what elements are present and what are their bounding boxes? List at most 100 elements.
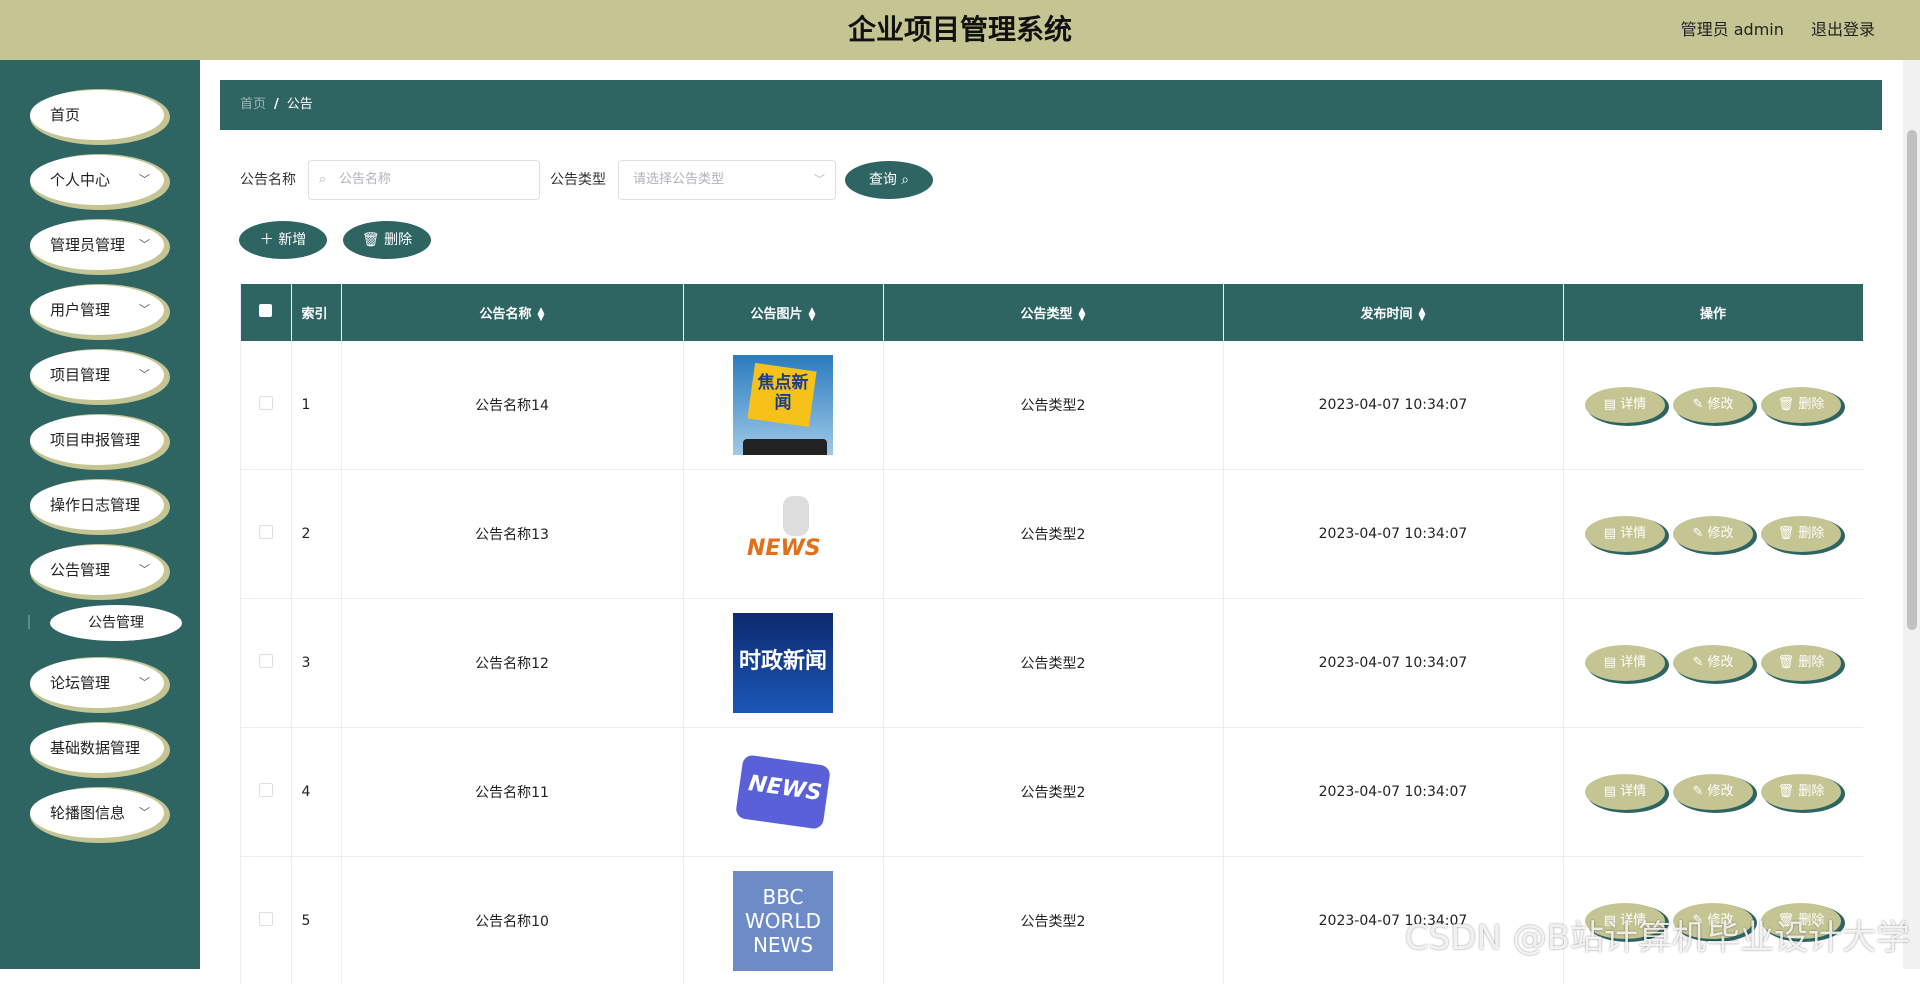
scrollbar-thumb[interactable] <box>1907 130 1917 630</box>
delete-button[interactable]: 🗑 删除 <box>1761 516 1841 552</box>
row-checkbox[interactable] <box>241 599 291 728</box>
row-actions: ▤ 详情 ✎ 修改 🗑 删除 <box>1563 470 1863 599</box>
row-time: 2023-04-07 10:34:07 <box>1223 341 1563 470</box>
sidebar-item-label: 论坛管理 <box>50 674 110 692</box>
sidebar: 首页 个人中心﹀ 管理员管理﹀ 用户管理﹀ 项目管理﹀ 项目申报管理 操作日志管… <box>0 60 200 969</box>
column-header-time[interactable]: 发布时间▲▼ <box>1223 284 1563 341</box>
delete-button[interactable]: 🗑 删除 <box>1761 645 1841 681</box>
main-content: 首页/公告 公告名称 ⌕ 公告名称 公告类型 请选择公告类型 ﹀ 查询 ⌕ ＋ … <box>200 60 1920 969</box>
sort-icon[interactable]: ▲▼ <box>538 308 545 322</box>
sidebar-item-label: 用户管理 <box>50 301 110 319</box>
sidebar-item-base-data[interactable]: 基础数据管理 <box>30 723 164 773</box>
detail-button[interactable]: ▤ 详情 <box>1585 645 1665 681</box>
announcement-thumbnail[interactable]: 时政新闻 <box>733 613 833 713</box>
sidebar-item-personal[interactable]: 个人中心﹀ <box>30 155 164 205</box>
query-label: 查询 <box>869 172 897 188</box>
row-image-cell: NEWS <box>683 728 883 857</box>
delete-label: 删除 <box>384 232 412 248</box>
edit-button[interactable]: ✎ 修改 <box>1673 516 1753 552</box>
name-search-input[interactable]: ⌕ 公告名称 <box>308 160 540 200</box>
row-checkbox[interactable] <box>241 728 291 857</box>
sort-icon[interactable]: ▲▼ <box>1079 308 1086 322</box>
submenu-item-announcement-manage[interactable]: 公告管理 <box>50 605 182 641</box>
logout-link[interactable]: 退出登录 <box>1811 20 1875 39</box>
chevron-down-icon: ﹀ <box>139 350 150 400</box>
sidebar-item-projects[interactable]: 项目管理 ﹀ <box>30 350 164 400</box>
row-image-cell: 时政新闻 <box>683 599 883 728</box>
row-type: 公告类型2 <box>883 857 1223 984</box>
row-checkbox[interactable] <box>241 470 291 599</box>
select-all-checkbox[interactable] <box>241 284 291 341</box>
trash-icon: 🗑 <box>362 232 380 248</box>
row-name: 公告名称13 <box>341 470 683 599</box>
sort-icon[interactable]: ▲▼ <box>1419 308 1426 322</box>
sidebar-item-forum[interactable]: 论坛管理 ﹀ <box>30 658 164 708</box>
column-header-image[interactable]: 公告图片▲▼ <box>683 284 883 341</box>
row-type: 公告类型2 <box>883 470 1223 599</box>
table-row: 2 公告名称13 NEWS 公告类型2 2023-04-07 10:34:07 … <box>241 470 1863 599</box>
search-icon: ⌕ <box>319 161 326 199</box>
search-icon: ⌕ <box>901 172 909 188</box>
sidebar-item-label: 公告管理 <box>50 561 110 579</box>
column-header-actions: 操作 <box>1563 284 1863 341</box>
sidebar-item-users[interactable]: 用户管理﹀ <box>30 285 164 335</box>
table-row: 3 公告名称12 时政新闻 公告类型2 2023-04-07 10:34:07 … <box>241 599 1863 728</box>
row-checkbox[interactable] <box>241 857 291 984</box>
delete-button[interactable]: 🗑 删除 <box>1761 387 1841 423</box>
pencil-icon: ✎ <box>1692 526 1703 541</box>
sidebar-item-label: 个人中心 <box>50 171 110 189</box>
column-header-type[interactable]: 公告类型▲▼ <box>883 284 1223 341</box>
row-image-cell: BBC WORLD NEWS <box>683 857 883 984</box>
breadcrumb: 首页/公告 <box>220 80 1882 130</box>
row-image-cell: NEWS <box>683 470 883 599</box>
sidebar-item-label: 轮播图信息 <box>50 804 125 822</box>
announcement-thumbnail[interactable]: 焦点新闻 <box>733 355 833 455</box>
query-button[interactable]: 查询 ⌕ <box>846 162 932 198</box>
announcement-thumbnail[interactable]: BBC WORLD NEWS <box>733 871 833 971</box>
row-index: 3 <box>291 599 341 728</box>
pencil-icon: ✎ <box>1692 784 1703 799</box>
sidebar-item-home[interactable]: 首页 <box>30 90 164 140</box>
row-checkbox[interactable] <box>241 341 291 470</box>
delete-button[interactable]: 🗑 删除 <box>1761 774 1841 810</box>
row-time: 2023-04-07 10:34:07 <box>1223 728 1563 857</box>
row-actions: ▤ 详情 ✎ 修改 🗑 删除 <box>1563 341 1863 470</box>
type-placeholder: 请选择公告类型 <box>633 161 724 199</box>
edit-button[interactable]: ✎ 修改 <box>1673 774 1753 810</box>
sidebar-item-label: 项目管理 <box>50 366 110 384</box>
announcement-table: 索引 公告名称▲▼ 公告图片▲▼ 公告类型▲▼ 发布时间▲▼ 操作 1 公告名称… <box>240 284 1863 984</box>
trash-icon: 🗑 <box>1778 397 1795 412</box>
row-time: 2023-04-07 10:34:07 <box>1223 470 1563 599</box>
page-scrollbar[interactable] <box>1903 60 1920 969</box>
breadcrumb-home[interactable]: 首页 <box>240 97 266 112</box>
add-button[interactable]: ＋ 新增 <box>240 222 326 258</box>
sidebar-item-admins[interactable]: 管理员管理 ﹀ <box>30 220 164 270</box>
header-user-area: 管理员 admin 退出登录 <box>1659 0 1875 60</box>
sidebar-item-carousel[interactable]: 轮播图信息﹀ <box>30 788 164 838</box>
sidebar-item-operation-logs[interactable]: 操作日志管理 <box>30 480 164 530</box>
chevron-down-icon: ﹀ <box>139 220 150 270</box>
sidebar-item-announcements[interactable]: 公告管理﹀ <box>30 545 164 595</box>
detail-button[interactable]: ▤ 详情 <box>1585 387 1665 423</box>
table-header-row: 索引 公告名称▲▼ 公告图片▲▼ 公告类型▲▼ 发布时间▲▼ 操作 <box>241 284 1863 341</box>
top-header: 企业项目管理系统 管理员 admin 退出登录 <box>0 0 1920 60</box>
edit-button[interactable]: ✎ 修改 <box>1673 387 1753 423</box>
trash-icon: 🗑 <box>1778 784 1795 799</box>
detail-button[interactable]: ▤ 详情 <box>1585 774 1665 810</box>
column-header-name[interactable]: 公告名称▲▼ <box>341 284 683 341</box>
type-select[interactable]: 请选择公告类型 ﹀ <box>618 160 836 200</box>
edit-button[interactable]: ✎ 修改 <box>1673 645 1753 681</box>
name-placeholder: 公告名称 <box>339 161 391 199</box>
chevron-down-icon: ﹀ <box>139 658 150 708</box>
detail-button[interactable]: ▤ 详情 <box>1585 516 1665 552</box>
sidebar-item-label: 管理员管理 <box>50 236 125 254</box>
announcement-thumbnail[interactable]: NEWS <box>733 742 833 842</box>
announcement-thumbnail[interactable]: NEWS <box>733 484 833 584</box>
sidebar-item-project-applications[interactable]: 项目申报管理 <box>30 415 164 465</box>
batch-delete-button[interactable]: 🗑 删除 <box>344 222 430 258</box>
document-icon: ▤ <box>1604 526 1616 541</box>
watermark: CSDN @B站计算机毕业设计大学 <box>1405 910 1910 959</box>
sort-icon[interactable]: ▲▼ <box>809 308 816 322</box>
pencil-icon: ✎ <box>1692 397 1703 412</box>
row-type: 公告类型2 <box>883 728 1223 857</box>
